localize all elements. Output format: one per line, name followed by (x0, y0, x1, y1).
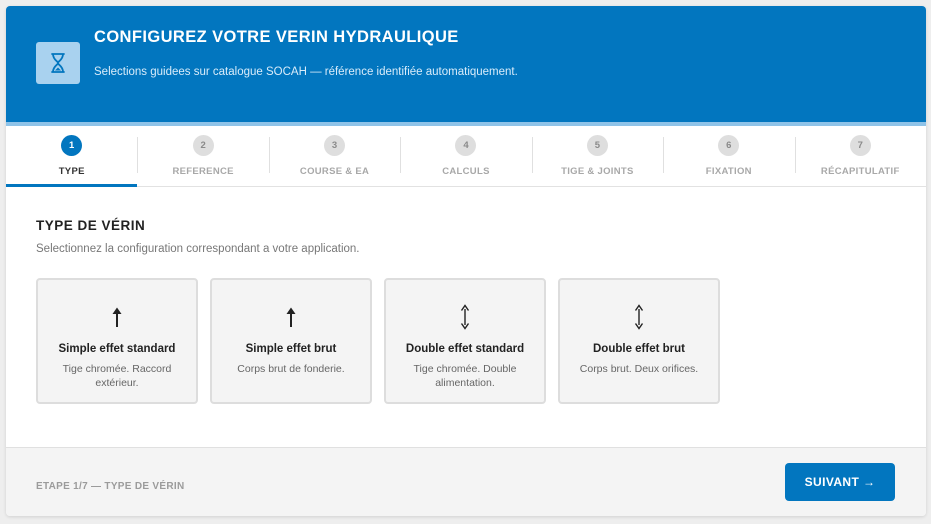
step-number: 3 (324, 135, 346, 156)
step-label: COURSE & EA (299, 166, 370, 177)
step-reference[interactable]: 2 REFERENCE (137, 126, 268, 186)
arrow-up-down-icon (386, 304, 544, 330)
header-banner: CONFIGUREZ VOTRE VERIN HYDRAULIQUE Selec… (6, 6, 926, 126)
step-number: 7 (849, 135, 871, 156)
option-description: Corps brut de fonderie. (237, 363, 345, 375)
step-tige-joints[interactable]: 5 TIGE & JOINTS (531, 126, 663, 186)
step-label: TIGE & JOINTS (561, 166, 634, 177)
page-subtitle: Selections guidees sur catalogue SOCAH —… (94, 66, 518, 78)
step-recapitulatif[interactable]: 7 RÉCAPITULATIF (794, 126, 926, 186)
hourglass-icon (36, 42, 80, 84)
arrow-up-down-icon (560, 304, 718, 330)
section-title: TYPE DE VÉRIN (36, 218, 146, 233)
option-double-effet-standard[interactable]: Double effet standard Tige chromée. Doub… (384, 278, 546, 404)
step-number: 1 (61, 135, 83, 156)
step-type[interactable]: 1 TYPE (6, 126, 138, 187)
step-label: CALCULS (442, 166, 490, 177)
step-number: 6 (718, 135, 740, 156)
option-title: Double effet brut (593, 343, 685, 355)
option-title: Simple effet brut (245, 343, 337, 355)
stepper: 1 TYPE 2 REFERENCE 3 COURSE & EA 4 CALCU… (6, 126, 926, 187)
step-label: REFERENCE (172, 166, 234, 177)
option-simple-effet-brut[interactable]: Simple effet brut Corps brut de fonderie… (210, 278, 372, 404)
step-course-ea[interactable]: 3 COURSE & EA (268, 126, 400, 186)
arrow-up-icon (212, 304, 370, 330)
step-label: RÉCAPITULATIF (820, 166, 900, 177)
step-number: 5 (586, 135, 608, 156)
configurator-card: CONFIGUREZ VOTRE VERIN HYDRAULIQUE Selec… (6, 6, 926, 516)
option-description: Corps brut. Deux orifices. (579, 363, 699, 375)
next-button[interactable]: SUIVANT → (785, 463, 895, 501)
option-simple-effet-standard[interactable]: Simple effet standard Tige chromée. Racc… (36, 278, 198, 404)
section-subtitle: Selectionnez la configuration correspond… (36, 243, 360, 255)
arrow-up-icon (38, 304, 196, 330)
step-label: TYPE (58, 166, 85, 177)
option-description: Tige chromée. Raccord extérieur. (62, 363, 172, 389)
option-title: Double effet standard (405, 343, 525, 355)
page-title: CONFIGUREZ VOTRE VERIN HYDRAULIQUE (94, 28, 459, 46)
option-description: Tige chromée. Double alimentation. (413, 363, 517, 389)
footer-bar: ETAPE 1/7 — TYPE DE VÉRIN SUIVANT → (6, 447, 926, 516)
step-number: 2 (192, 135, 214, 156)
step-number: 4 (455, 135, 477, 156)
step-calculs[interactable]: 4 CALCULS (400, 126, 531, 186)
step-label: FIXATION (705, 166, 752, 177)
option-title: Simple effet standard (58, 343, 176, 355)
step-fixation[interactable]: 6 FIXATION (663, 126, 794, 186)
step-progress-text: ETAPE 1/7 — TYPE DE VÉRIN (36, 481, 185, 492)
option-double-effet-brut[interactable]: Double effet brut Corps brut. Deux orifi… (558, 278, 720, 404)
